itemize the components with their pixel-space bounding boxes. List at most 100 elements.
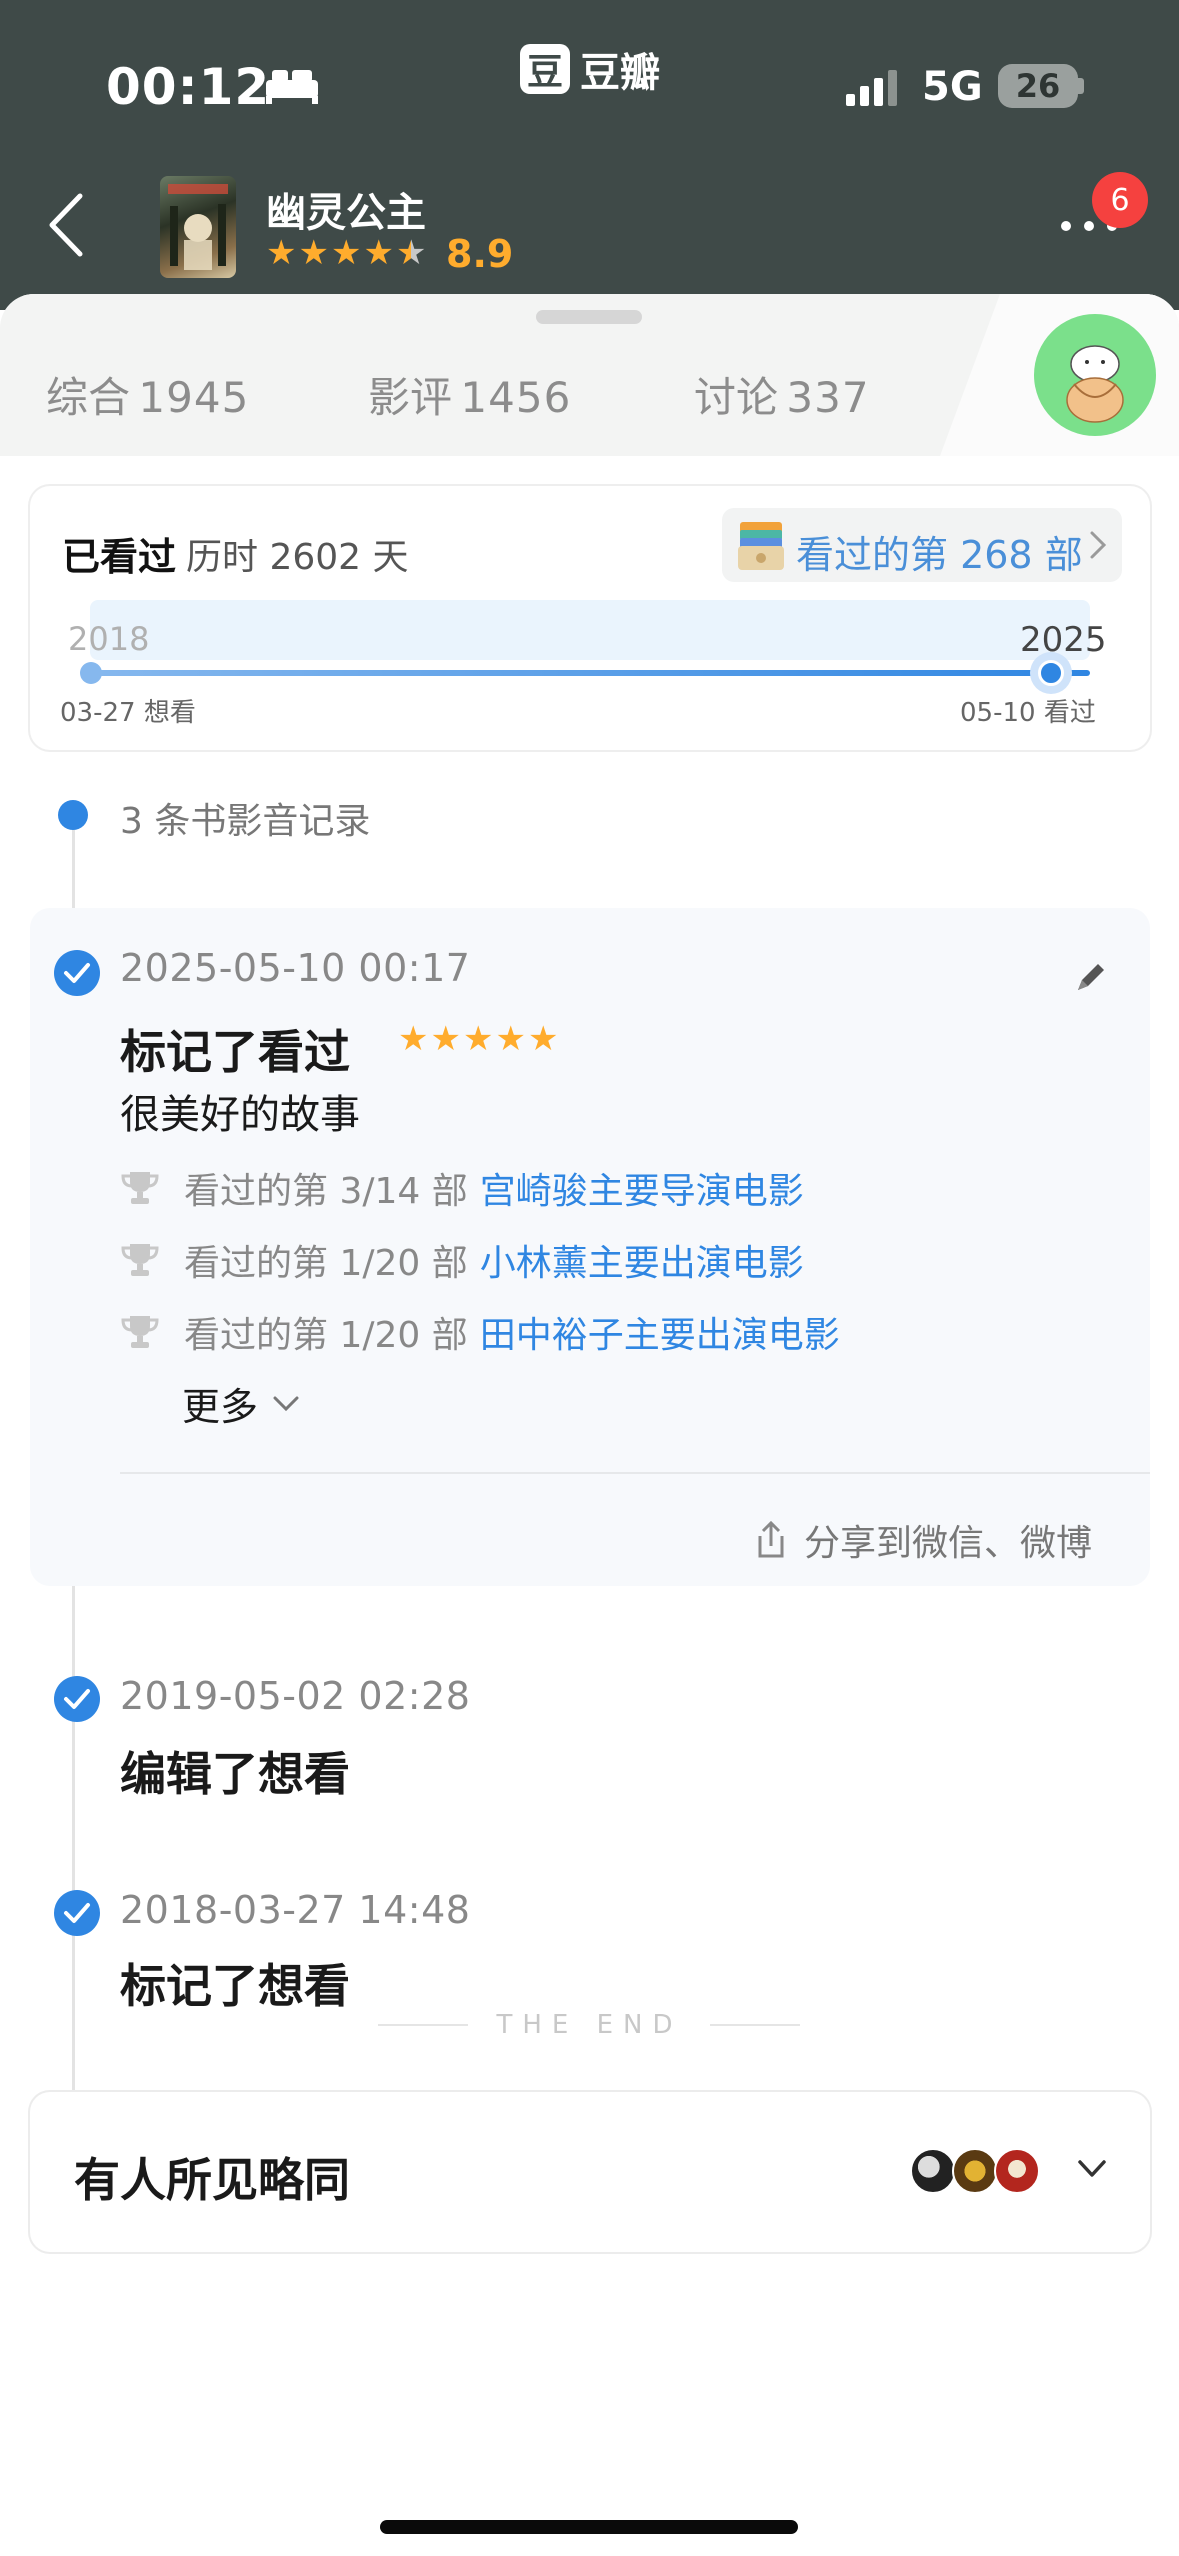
achievement-item: 看过的第 1/20 部 小林薰主要出演电影	[120, 1234, 804, 1286]
entry-date: 2019-05-02 02:28	[120, 1674, 471, 1718]
watched-count-pill[interactable]: 看过的第 268 部	[722, 508, 1122, 582]
timeline-start-dot	[80, 662, 102, 684]
avatar	[952, 2148, 998, 2194]
check-circle-icon	[54, 1676, 100, 1722]
timeline-year-start: 2018	[68, 620, 150, 658]
achievement-item: 看过的第 3/14 部 宫崎骏主要导演电影	[120, 1162, 804, 1214]
home-indicator[interactable]	[380, 2520, 798, 2534]
timeline-date-start: 03-27 想看	[60, 698, 196, 728]
status-bar: 00:12 豆 豆瓣 5G 26	[0, 0, 1179, 160]
tab-bar: 综合 1945 影评 1456 讨论 337	[0, 294, 1179, 456]
back-arrow-icon[interactable]	[44, 190, 88, 260]
entry-action: 标记了看过	[120, 1025, 350, 1079]
timeline-progress-line	[90, 670, 1090, 676]
app-badge: 豆 豆瓣	[520, 40, 660, 98]
avatar	[994, 2148, 1040, 2194]
trophy-icon	[121, 1172, 159, 1204]
tab-label: 影评	[368, 373, 453, 422]
tab-reviews[interactable]: 影评 1456	[368, 364, 571, 425]
watch-status: 已看过	[62, 535, 177, 579]
cartoon-avatar-icon	[1066, 345, 1124, 423]
timeline-end-dot	[1030, 652, 1072, 694]
entry-action: 标记了想看	[120, 1959, 350, 2013]
achievement-item: 看过的第 1/20 部 田中裕子主要出演电影	[120, 1306, 840, 1358]
tab-count: 1945	[138, 373, 250, 422]
battery-icon: 26	[998, 64, 1078, 108]
tab-count: 337	[786, 373, 870, 422]
battery-level: 26	[1015, 67, 1061, 105]
top-header: 00:12 豆 豆瓣 5G 26 幽灵公主 ★ ★ ★ ★ ★ 8.9 6	[0, 0, 1179, 310]
watch-duration: 历时 2602 天	[186, 537, 409, 578]
records-count: 3 条书影音记录	[120, 801, 371, 842]
network-type: 5G	[922, 64, 983, 110]
chevron-right-icon	[1090, 531, 1107, 559]
watch-summary-card: 已看过 历时 2602 天 看过的第 268 部 2018 2025 03-27…	[30, 486, 1150, 750]
star-icon: ★	[430, 1019, 461, 1059]
similar-opinions-title: 有人所见略同	[74, 2153, 350, 2207]
star-icon: ★	[398, 1019, 429, 1059]
edit-pencil-icon[interactable]	[1070, 958, 1110, 998]
show-more-button[interactable]: 更多	[182, 1376, 300, 1431]
douban-logo-icon: 豆	[520, 44, 570, 94]
achievement-text: 看过的第 1/20 部	[184, 1315, 468, 1356]
timeline-year-end: 2025	[1020, 620, 1107, 660]
poster-art-icon	[168, 184, 228, 270]
watched-count-text: 看过的第 268 部	[796, 533, 1083, 577]
achievement-text: 看过的第 3/14 部	[184, 1171, 468, 1212]
avatar	[910, 2148, 956, 2194]
tab-overview[interactable]: 综合 1945	[46, 364, 249, 425]
tab-label: 讨论	[694, 373, 779, 422]
star-icon: ★	[330, 233, 362, 273]
the-end-label: THE END	[496, 2010, 683, 2040]
star-icon: ★	[495, 1019, 526, 1059]
record-entry-card: 2025-05-10 00:17 标记了看过 ★ ★ ★ ★ ★ 很美好的故事 …	[30, 908, 1150, 1586]
movie-rating: 8.9	[446, 232, 514, 276]
cellular-signal-icon	[846, 70, 897, 106]
archive-box-icon	[738, 522, 784, 570]
star-icon: ★	[462, 1019, 494, 1059]
tab-label: 综合	[46, 373, 131, 422]
share-label: 分享到微信、微博	[804, 1523, 1093, 1564]
trophy-icon	[121, 1316, 159, 1348]
check-circle-icon	[54, 1890, 100, 1936]
notification-badge: 6	[1092, 172, 1148, 228]
battery-tip	[1078, 78, 1084, 94]
entry-action: 编辑了想看	[120, 1747, 350, 1801]
half-star-icon: ★	[395, 233, 427, 273]
end-divider-right	[710, 2024, 800, 2026]
movie-poster[interactable]	[160, 176, 236, 278]
tab-discussions[interactable]: 讨论 337	[694, 364, 870, 425]
sheet-grabber[interactable]	[536, 310, 642, 324]
app-name: 豆瓣	[580, 50, 660, 96]
chevron-down-icon	[1078, 2160, 1106, 2177]
card-divider	[120, 1472, 1150, 1474]
chevron-down-icon	[273, 1396, 299, 1411]
timeline-dot	[58, 800, 88, 830]
header-star-rating: ★ ★ ★ ★ ★	[266, 236, 426, 270]
star-icon: ★	[527, 1019, 559, 1059]
user-avatar[interactable]	[1034, 314, 1156, 436]
status-time: 00:12	[106, 58, 271, 116]
entry-star-rating: ★ ★ ★ ★ ★	[398, 1022, 558, 1056]
achievement-link[interactable]: 宫崎骏主要导演电影	[480, 1162, 804, 1214]
star-icon: ★	[266, 233, 297, 273]
share-icon	[758, 1520, 784, 1558]
achievement-link[interactable]: 田中裕子主要出演电影	[480, 1306, 840, 1358]
share-button[interactable]: 分享到微信、微博	[754, 1514, 1092, 1566]
sleep-focus-icon	[266, 70, 318, 104]
check-circle-icon	[54, 950, 100, 996]
content-sheet: 综合 1945 影评 1456 讨论 337 已看过 历时 2602 天 看过的…	[0, 294, 1179, 2556]
trophy-icon	[121, 1244, 159, 1276]
star-icon: ★	[363, 233, 394, 273]
timeline-band	[90, 600, 1090, 660]
entry-date: 2025-05-10 00:17	[120, 946, 471, 990]
user-avatar-group	[910, 2148, 1040, 2194]
timeline-date-end: 05-10 看过	[960, 698, 1096, 728]
similar-opinions-panel[interactable]: 有人所见略同	[30, 2092, 1150, 2252]
achievement-text: 看过的第 1/20 部	[184, 1243, 468, 1284]
entry-comment: 很美好的故事	[120, 1092, 360, 1138]
movie-title: 幽灵公主	[266, 190, 426, 236]
achievement-link[interactable]: 小林薰主要出演电影	[480, 1234, 804, 1286]
star-icon: ★	[298, 233, 329, 273]
entry-date: 2018-03-27 14:48	[120, 1888, 471, 1932]
